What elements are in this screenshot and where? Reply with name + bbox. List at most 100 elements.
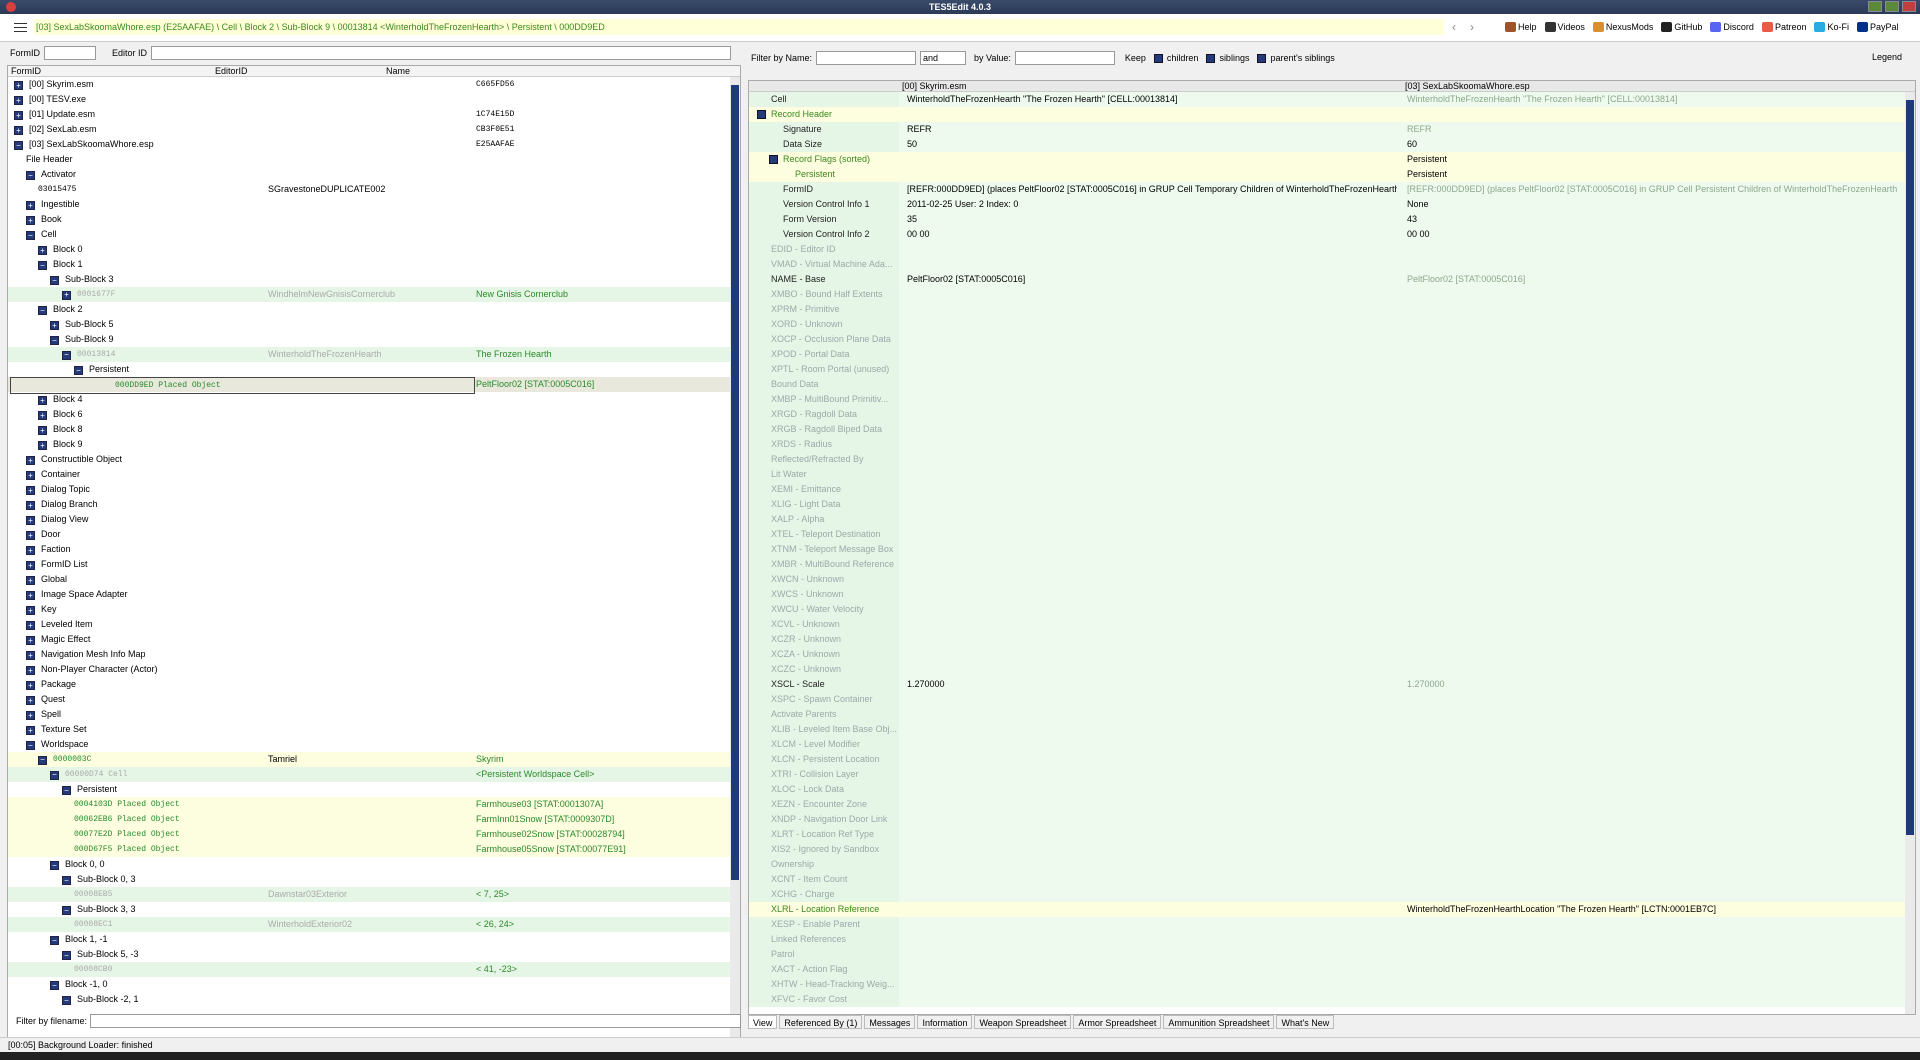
- record-row[interactable]: Activate Parents: [749, 707, 1915, 722]
- record-row[interactable]: XLOC - Lock Data: [749, 782, 1915, 797]
- record-row[interactable]: XEZN - Encounter Zone: [749, 797, 1915, 812]
- record-row[interactable]: Persistent Persistent: [749, 167, 1915, 182]
- expand-icon[interactable]: +: [26, 516, 35, 525]
- parents-siblings-checkbox[interactable]: [1257, 53, 1267, 63]
- record-row[interactable]: FormID [REFR:000DD9ED] (places PeltFloor0…: [749, 182, 1915, 197]
- expand-icon[interactable]: +: [26, 606, 35, 615]
- col-plugin[interactable]: [03] SexLabSkoomaWhore.esp: [1405, 81, 1530, 91]
- record-row[interactable]: XNDP - Navigation Door Link: [749, 812, 1915, 827]
- expand-icon[interactable]: +: [38, 246, 47, 255]
- record-row[interactable]: XLCN - Persistent Location: [749, 752, 1915, 767]
- expand-icon[interactable]: +: [26, 501, 35, 510]
- github-link[interactable]: GitHub: [1661, 22, 1702, 32]
- tree-row[interactable]: − Persistent: [8, 362, 740, 377]
- record-row[interactable]: VMAD - Virtual Machine Ada...: [749, 257, 1915, 272]
- tree-row[interactable]: + Block 0: [8, 242, 740, 257]
- tree-row[interactable]: + Key: [8, 602, 740, 617]
- collapse-icon[interactable]: −: [62, 951, 71, 960]
- collapse-icon[interactable]: [769, 155, 778, 164]
- record-row[interactable]: XTEL - Teleport Destination: [749, 527, 1915, 542]
- tree-row[interactable]: − Block 0, 0: [8, 857, 740, 872]
- record-row[interactable]: XRGB - Ragdoll Biped Data: [749, 422, 1915, 437]
- tab-weapon-spreadsheet[interactable]: Weapon Spreadsheet: [974, 1015, 1072, 1029]
- tab-messages[interactable]: Messages: [864, 1015, 916, 1029]
- record-row[interactable]: XPOD - Portal Data: [749, 347, 1915, 362]
- record-row[interactable]: XPRM - Primitive: [749, 302, 1915, 317]
- record-row[interactable]: XACT - Action Flag: [749, 962, 1915, 977]
- collapse-icon[interactable]: −: [50, 276, 59, 285]
- record-row[interactable]: XLIG - Light Data: [749, 497, 1915, 512]
- record-row[interactable]: XOCP - Occlusion Plane Data: [749, 332, 1915, 347]
- tree-row[interactable]: −0000003C Tamriel Skyrim: [8, 752, 740, 767]
- expand-icon[interactable]: +: [26, 546, 35, 555]
- tree-row[interactable]: − Block 1, -1: [8, 932, 740, 947]
- record-row[interactable]: XALP - Alpha: [749, 512, 1915, 527]
- tree-row[interactable]: + Block 9: [8, 437, 740, 452]
- tree-row[interactable]: + Dialog Branch: [8, 497, 740, 512]
- tree-row[interactable]: + Magic Effect: [8, 632, 740, 647]
- collapse-icon[interactable]: −: [50, 861, 59, 870]
- record-row[interactable]: XESP - Enable Parent: [749, 917, 1915, 932]
- record-row[interactable]: XCHG - Charge: [749, 887, 1915, 902]
- record-row[interactable]: XRDS - Radius: [749, 437, 1915, 452]
- record-row[interactable]: Signature REFR REFR: [749, 122, 1915, 137]
- tree-row[interactable]: − [03] SexLabSkoomaWhore.esp E25AAFAE: [8, 137, 740, 152]
- collapse-icon[interactable]: −: [50, 336, 59, 345]
- collapse-icon[interactable]: −: [50, 981, 59, 990]
- collapse-icon[interactable]: −: [62, 876, 71, 885]
- tree-row[interactable]: + Non-Player Character (Actor): [8, 662, 740, 677]
- expand-icon[interactable]: +: [14, 111, 23, 120]
- tree-row[interactable]: + Block 6: [8, 407, 740, 422]
- record-row[interactable]: XLCM - Level Modifier: [749, 737, 1915, 752]
- tree-row[interactable]: 000D67F5 Placed Object Farmhouse05Snow [S…: [8, 842, 740, 857]
- tree-row[interactable]: + Global: [8, 572, 740, 587]
- discord-link[interactable]: Discord: [1710, 22, 1754, 32]
- record-row[interactable]: XTNM - Teleport Message Box: [749, 542, 1915, 557]
- record-row[interactable]: Data Size 50 60: [749, 137, 1915, 152]
- col-skyrim[interactable]: [00] Skyrim.esm: [902, 81, 967, 91]
- tab-ammunition-spreadsheet[interactable]: Ammunition Spreadsheet: [1163, 1015, 1275, 1029]
- legend-button[interactable]: Legend: [1872, 52, 1902, 62]
- expand-icon[interactable]: +: [26, 726, 35, 735]
- expand-icon[interactable]: +: [38, 411, 47, 420]
- record-row[interactable]: Reflected/Refracted By: [749, 452, 1915, 467]
- record-row[interactable]: XCNT - Item Count: [749, 872, 1915, 887]
- expand-icon[interactable]: +: [14, 126, 23, 135]
- tree-row[interactable]: + Dialog View: [8, 512, 740, 527]
- tree-row[interactable]: −00000D74 Cell <Persistent Worldspace Cel…: [8, 767, 740, 782]
- grid-scroll-thumb[interactable]: [1906, 100, 1914, 835]
- expand-icon[interactable]: +: [26, 456, 35, 465]
- formid-input[interactable]: [44, 46, 96, 60]
- record-row[interactable]: Lit Water: [749, 467, 1915, 482]
- record-row[interactable]: XCZC - Unknown: [749, 662, 1915, 677]
- tree-row[interactable]: + Quest: [8, 692, 740, 707]
- tab-information[interactable]: Information: [917, 1015, 973, 1029]
- record-row[interactable]: Version Control Info 2 00 00 00 00: [749, 227, 1915, 242]
- tree-row[interactable]: + Navigation Mesh Info Map: [8, 647, 740, 662]
- col-name[interactable]: Name: [386, 66, 410, 76]
- record-row[interactable]: XRGD - Ragdoll Data: [749, 407, 1915, 422]
- tree-row[interactable]: + [00] Skyrim.esm C665FD56: [8, 77, 740, 92]
- record-row[interactable]: XHTW - Head-Tracking Weig...: [749, 977, 1915, 992]
- tree-row[interactable]: − Sub-Block 9: [8, 332, 740, 347]
- tab-armor-spreadsheet[interactable]: Armor Spreadsheet: [1073, 1015, 1162, 1029]
- menu-icon[interactable]: [14, 23, 27, 33]
- record-row[interactable]: XFVC - Favor Cost: [749, 992, 1915, 1007]
- expand-icon[interactable]: +: [26, 651, 35, 660]
- collapse-icon[interactable]: −: [62, 906, 71, 915]
- nexusmods-link[interactable]: NexusMods: [1592, 22, 1653, 32]
- close-button[interactable]: [1902, 1, 1916, 12]
- expand-icon[interactable]: +: [26, 636, 35, 645]
- collapse-icon[interactable]: −: [14, 141, 23, 150]
- tree-row[interactable]: + Faction: [8, 542, 740, 557]
- tree-row[interactable]: + Dialog Topic: [8, 482, 740, 497]
- record-row[interactable]: EDID - Editor ID: [749, 242, 1915, 257]
- expand-icon[interactable]: +: [14, 81, 23, 90]
- record-row[interactable]: Cell WinterholdTheFrozenHearth "The Froze…: [749, 92, 1915, 107]
- expand-icon[interactable]: +: [38, 426, 47, 435]
- and-or-select[interactable]: and: [920, 51, 967, 65]
- expand-icon[interactable]: +: [38, 396, 47, 405]
- record-row[interactable]: XCZA - Unknown: [749, 647, 1915, 662]
- collapse-icon[interactable]: −: [62, 786, 71, 795]
- collapse-icon[interactable]: −: [50, 771, 59, 780]
